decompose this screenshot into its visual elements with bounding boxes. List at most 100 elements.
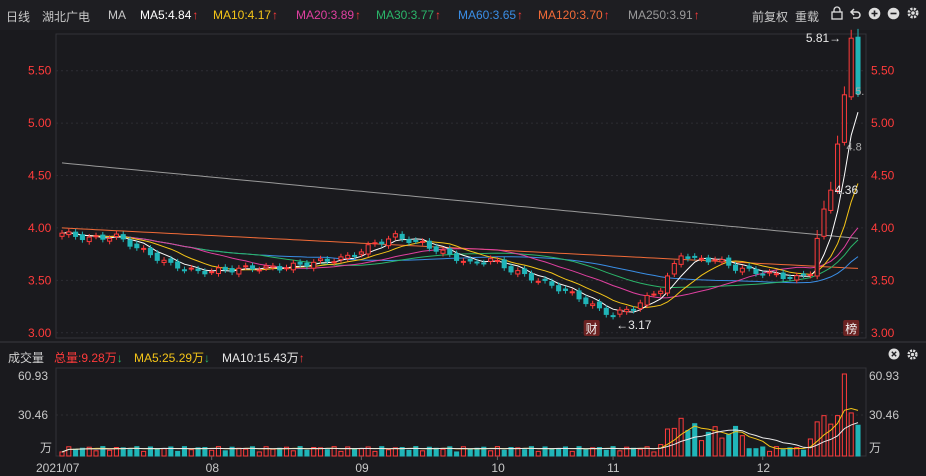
volume-bar [209,449,215,457]
volume-bar [773,446,779,457]
candle-body [773,273,779,276]
candle-body [630,308,637,311]
zoom-in-icon[interactable] [868,7,881,23]
last-price-label: 4.36 [835,183,859,197]
volume-bar [767,450,773,457]
candle-body [141,247,147,250]
volume-bar [161,448,167,457]
ma-item-1: MA10:4.17↑ [213,8,278,22]
candle-body [488,258,494,262]
volume-bar [787,447,793,457]
volume-bar [324,449,330,457]
candle-body [692,255,698,258]
volume-bar [338,450,344,457]
volume-bar [794,447,800,457]
candle-body [549,281,555,286]
candle-body [467,258,473,262]
adjust-button[interactable]: 前复权 [752,8,788,25]
candle-body [270,265,276,268]
ma-item-label: MA60:3.65 [458,8,517,22]
candle-body [787,276,793,279]
candle-body [249,265,256,270]
volume-bar [739,435,745,457]
candle-body [801,273,807,276]
volume-bar [501,449,507,457]
volume-bar [535,450,541,457]
candle-body [338,256,344,261]
candle-body [120,234,126,240]
volume-bar [460,446,466,457]
candle-body [181,269,188,272]
candle-body [127,239,133,247]
ma-item-4: MA60:3.65↑ [458,8,523,22]
undo-icon[interactable] [849,7,862,23]
price-y-tick-right: 4.50 [871,169,895,183]
volume-bar [522,449,528,457]
volume-bar [283,446,290,457]
volume-ma10: MA10:15.43万↑ [222,349,305,366]
price-panel-frame [55,33,867,339]
volume-bar [467,448,473,457]
volume-bar [644,446,650,457]
volume-y-tick-right: 60.93 [869,369,899,383]
candle-body [107,237,113,242]
candle-body [535,280,541,283]
candle-body [835,143,841,191]
ma-end-label: 4.8 [846,141,861,153]
candle-body [66,231,72,236]
settings-icon[interactable] [906,6,920,23]
volume-bar [610,446,616,457]
candle-body [399,233,405,240]
candle-body [147,247,153,256]
period-label[interactable]: 日线 [6,8,30,25]
candle-body [569,291,575,294]
volume-y-tick-left: 60.93 [18,369,48,383]
x-axis-tick: 11 [607,461,620,475]
candle-body [154,252,160,261]
ma-label[interactable]: MA [108,8,126,22]
close-icon[interactable] [888,348,900,363]
ma-item-label: MA10:4.17 [213,8,272,22]
ma-item-trend: ↑ [517,8,524,22]
volume-bar [488,450,494,457]
high-price-label: 5.81→ [806,31,841,45]
volume-bar [719,437,725,457]
candle-body [447,248,453,255]
volume-unit-right: 万 [869,441,881,455]
x-axis-tick: 12 [757,461,771,475]
volume-bar [243,448,249,457]
candle-body [501,259,507,269]
candle-body [678,255,684,265]
volume-bar [481,446,487,457]
ma-item-2: MA20:3.89↑ [296,8,361,22]
volume-bar [835,415,841,457]
candle-body [528,273,534,281]
ma30-line [61,231,859,288]
candle-body [440,249,446,254]
price-y-tick-left: 3.50 [28,273,52,287]
candle-body [413,239,419,242]
lock-icon[interactable] [831,6,843,23]
volume-bar [147,446,153,457]
candle-body [297,261,303,265]
candle-body [590,303,596,307]
volume-bar [365,446,371,457]
volume-bar [542,446,548,457]
volume-bar [732,425,739,457]
candle-body [386,238,392,247]
ma-item-5: MA120:3.70↑ [538,8,610,22]
volume-bar [780,449,786,457]
volume-settings-icon[interactable] [906,348,919,364]
volume-bar [413,446,419,457]
volume-bar [576,446,582,457]
candle-body [637,302,643,310]
candle-body [73,231,79,237]
volume-bar [447,446,453,457]
volume-bar [440,448,446,457]
price-chart: 5.50 5.50 5.00 5.00 4.50 4.50 4.00 4.00 3.50 3.50… [0,28,926,475]
candle-body [454,253,460,261]
zoom-out-icon[interactable] [887,7,900,23]
reset-button[interactable]: 重载 [795,8,819,25]
volume-bar [528,446,534,457]
volume-bar [73,448,79,457]
